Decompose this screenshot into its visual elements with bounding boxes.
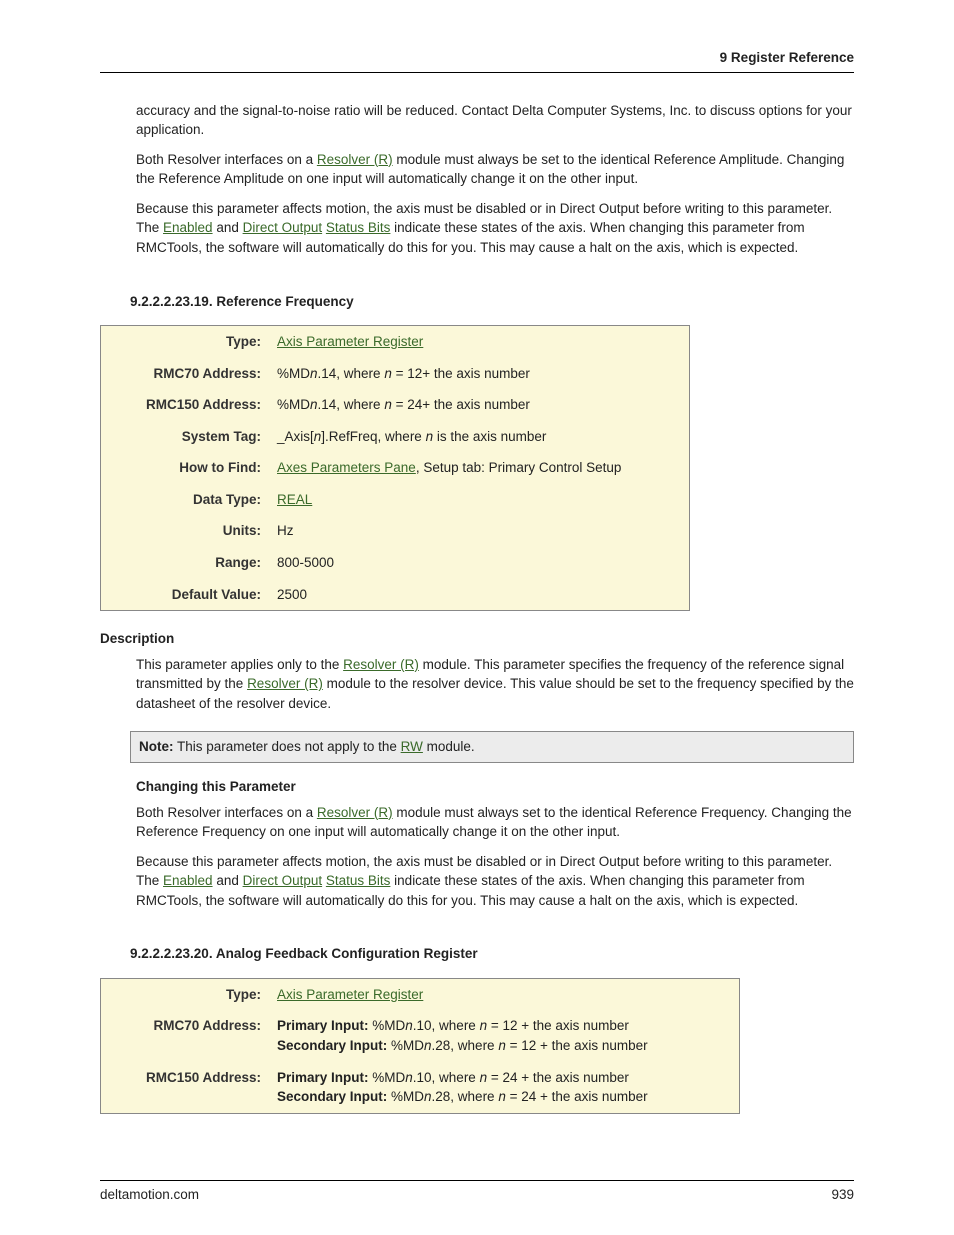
- changing-parameter-heading: Changing this Parameter: [136, 777, 854, 797]
- page-footer: deltamotion.com 939: [100, 1180, 854, 1205]
- axes-parameters-pane-link[interactable]: Axes Parameters Pane: [277, 460, 416, 475]
- text: Both Resolver interfaces on a: [136, 152, 317, 167]
- description-para: This parameter applies only to the Resol…: [136, 655, 854, 714]
- axis-param-register-link[interactable]: Axis Parameter Register: [277, 987, 423, 1002]
- section-20-title: 9.2.2.2.23.20. Analog Feedback Configura…: [130, 944, 854, 964]
- resolver-link[interactable]: Resolver (R): [317, 805, 393, 820]
- label-how-to-find: How to Find:: [101, 452, 270, 484]
- properties-table-19: Type: Axis Parameter Register RMC70 Addr…: [100, 325, 690, 611]
- axis-param-register-link[interactable]: Axis Parameter Register: [277, 334, 423, 349]
- value-system-tag: _Axis[n].RefFreq, where n is the axis nu…: [269, 421, 690, 453]
- label-units: Units:: [101, 515, 270, 547]
- value-rmc150: %MDn.14, where n = 24+ the axis number: [269, 389, 690, 421]
- resolver-link[interactable]: Resolver (R): [247, 676, 323, 691]
- footer-site: deltamotion.com: [100, 1185, 199, 1205]
- value-how-to-find: Axes Parameters Pane, Setup tab: Primary…: [269, 452, 690, 484]
- rw-link[interactable]: RW: [401, 739, 423, 754]
- changing-para-1: Both Resolver interfaces on a Resolver (…: [136, 803, 854, 842]
- enabled-link[interactable]: Enabled: [163, 873, 213, 888]
- page-header: 9 Register Reference: [100, 48, 854, 73]
- section-19-title: 9.2.2.2.23.19. Reference Frequency: [130, 292, 854, 312]
- label-data-type: Data Type:: [101, 484, 270, 516]
- footer-page-number: 939: [831, 1185, 854, 1205]
- status-bits-link[interactable]: Status Bits: [326, 220, 391, 235]
- value-rmc150: Primary Input: %MDn.10, where n = 24 + t…: [269, 1062, 740, 1114]
- value-rmc70: %MDn.14, where n = 12+ the axis number: [269, 358, 690, 390]
- intro-para-1: accuracy and the signal-to-noise ratio w…: [136, 101, 854, 140]
- changing-para-2: Because this parameter affects motion, t…: [136, 852, 854, 911]
- label-type: Type:: [101, 326, 270, 358]
- label-rmc70: RMC70 Address:: [101, 358, 270, 390]
- enabled-link[interactable]: Enabled: [163, 220, 213, 235]
- label-default: Default Value:: [101, 579, 270, 611]
- resolver-link[interactable]: Resolver (R): [317, 152, 393, 167]
- description-heading: Description: [100, 629, 854, 649]
- label-system-tag: System Tag:: [101, 421, 270, 453]
- intro-para-3: Because this parameter affects motion, t…: [136, 199, 854, 258]
- intro-para-2: Both Resolver interfaces on a Resolver (…: [136, 150, 854, 189]
- status-bits-link[interactable]: Status Bits: [326, 873, 391, 888]
- label-rmc150: RMC150 Address:: [101, 389, 270, 421]
- value-rmc70: Primary Input: %MDn.10, where n = 12 + t…: [269, 1010, 740, 1061]
- value-range: 800-5000: [269, 547, 690, 579]
- direct-output-link[interactable]: Direct Output: [243, 220, 323, 235]
- resolver-link[interactable]: Resolver (R): [343, 657, 419, 672]
- label-rmc70: RMC70 Address:: [101, 1010, 270, 1061]
- note-box: Note: This parameter does not apply to t…: [130, 731, 854, 763]
- direct-output-link[interactable]: Direct Output: [243, 873, 323, 888]
- properties-table-20: Type: Axis Parameter Register RMC70 Addr…: [100, 978, 740, 1114]
- label-rmc150: RMC150 Address:: [101, 1062, 270, 1114]
- value-units: Hz: [269, 515, 690, 547]
- label-range: Range:: [101, 547, 270, 579]
- text: and: [213, 220, 243, 235]
- label-type: Type:: [101, 978, 270, 1010]
- value-default: 2500: [269, 579, 690, 611]
- real-link[interactable]: REAL: [277, 492, 312, 507]
- note-label: Note:: [139, 739, 174, 754]
